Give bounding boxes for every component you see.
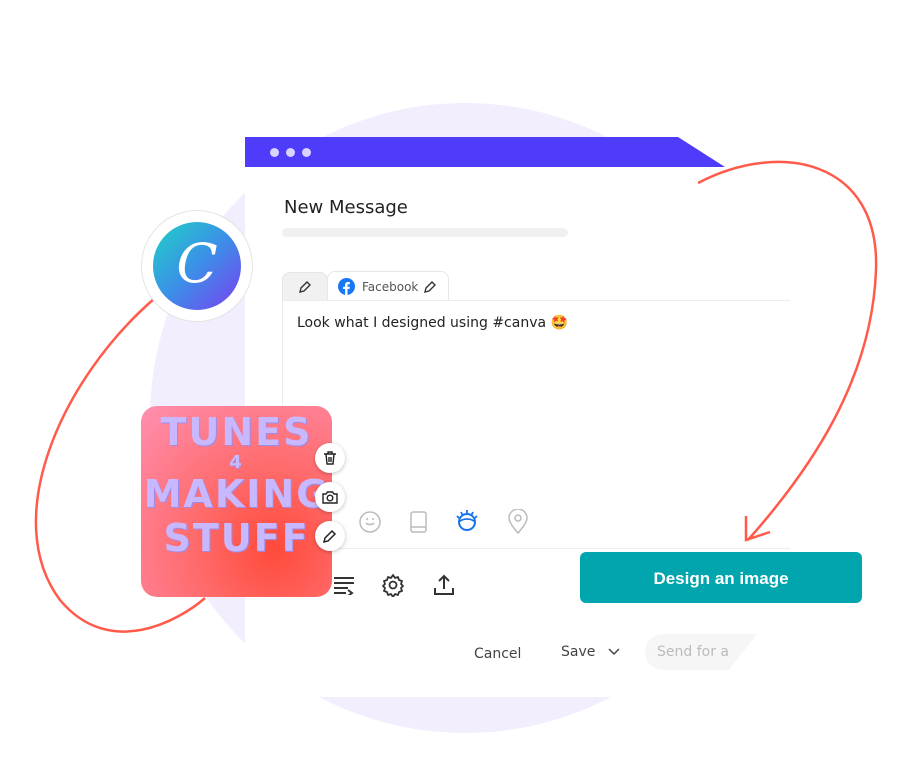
- pencil-icon: [322, 529, 337, 544]
- curve-right: [697, 160, 878, 541]
- image-thumbnail[interactable]: TUNES 4 MAKING STUFF: [141, 406, 332, 597]
- design-an-image-button[interactable]: Design an image: [580, 552, 862, 603]
- artwork-line: 4: [229, 452, 244, 473]
- artwork-line: MAKING: [143, 472, 330, 516]
- replace-image-button[interactable]: [315, 482, 345, 512]
- camera-icon: [322, 491, 338, 504]
- image-artwork-text: TUNES 4 MAKING STUFF: [141, 410, 332, 560]
- decorative-curves: [34, 160, 878, 633]
- delete-image-button[interactable]: [315, 443, 345, 473]
- artwork-line: STUFF: [163, 516, 310, 560]
- artwork-line: TUNES: [160, 410, 313, 454]
- trash-icon: [324, 451, 336, 465]
- canva-logo: C: [141, 210, 253, 322]
- edit-image-button[interactable]: [315, 521, 345, 551]
- canva-logo-mark: C: [153, 222, 241, 310]
